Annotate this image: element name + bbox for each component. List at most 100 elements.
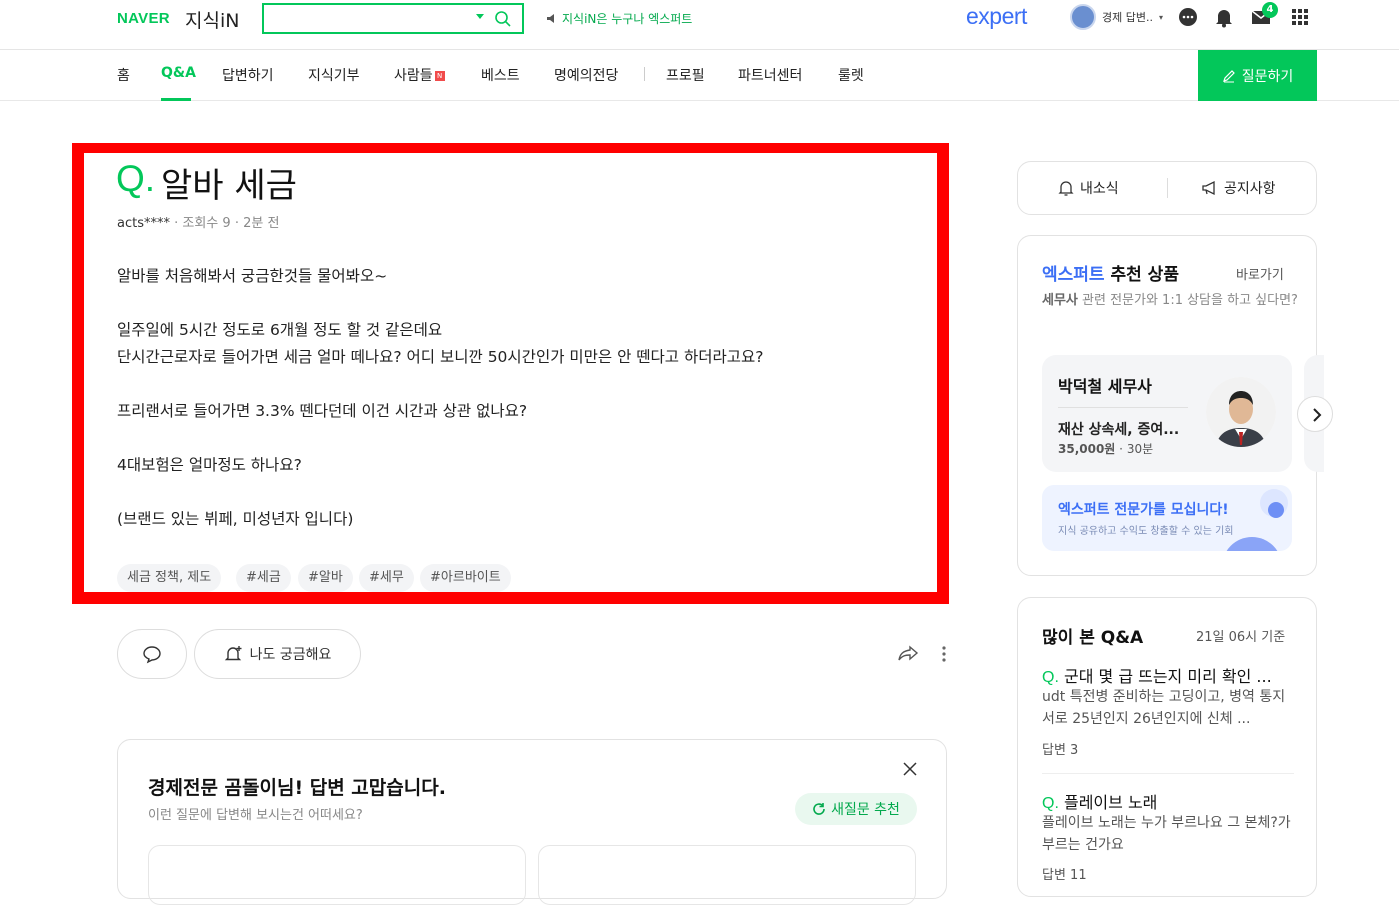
question-body-line: 일주일에 5시간 정도로 6개월 정도 할 것 같은데요 [117, 321, 443, 339]
nav-donate[interactable]: 지식기부 [308, 65, 360, 85]
popular-question-title[interactable]: Q. 플레이브 노래 [1042, 789, 1294, 813]
expert-section-title: 엑스퍼트 추천 상품 [1042, 260, 1179, 285]
popular-question-title[interactable]: Q. 군대 몇 급 뜨는지 미리 확인 ... [1042, 663, 1294, 687]
curious-button[interactable]: 나도 궁금해요 [194, 629, 361, 679]
top-header: NAVER 지식iN 지식iN은 누구나 엑스퍼트 expert 경제 답변..… [0, 0, 1399, 50]
bell-icon[interactable] [1213, 6, 1235, 28]
person-portrait-icon [1206, 377, 1276, 447]
popular-question-text: 플레이브 노래 [1063, 793, 1158, 812]
tag-item[interactable]: #세무 [359, 564, 414, 592]
question-body-line: 단시간근로자로 들어가면 세금 얼마 떼나요? 어디 보니깐 50시간인가 미만… [117, 348, 764, 366]
nav-best[interactable]: 베스트 [481, 65, 520, 85]
question-author[interactable]: acts**** [117, 216, 170, 231]
notice-button[interactable]: 공지사항 [1201, 178, 1276, 198]
promo-text: 지식iN은 누구나 엑스퍼트 [562, 12, 693, 26]
ask-question-button[interactable]: 질문하기 [1198, 50, 1317, 101]
apps-grid-icon[interactable] [1289, 6, 1311, 28]
popular-title: 많이 본 Q&A [1042, 628, 1144, 648]
expert-desc-rest: 관련 전문가와 1:1 상담을 하고 싶다면? [1077, 293, 1298, 308]
expert-title-rest: 추천 상품 [1104, 265, 1179, 285]
popular-question-text: 군대 몇 급 뜨는지 미리 확인 ... [1063, 667, 1272, 686]
popular-answer-count: 답변 3 [1042, 743, 1079, 758]
question-mark-label: Q. [116, 158, 156, 199]
nav-partner-center[interactable]: 파트너센터 [738, 65, 802, 85]
search-icon[interactable] [494, 10, 512, 28]
more-options-icon[interactable] [940, 644, 948, 664]
divider [1058, 407, 1188, 408]
question-title: 알바 세금 [161, 166, 297, 206]
nav-hall-of-fame[interactable]: 명예의전당 [554, 65, 618, 85]
expert-product-card[interactable]: 박덕철 세무사 재산 상속세, 증여... 35,000원 · 30분 [1042, 355, 1292, 472]
share-icon[interactable] [897, 644, 919, 664]
question-body-line: (브랜드 있는 뷔페, 미성년자 입니다) [117, 510, 354, 528]
popular-timestamp: 21일 06시 기준 [1196, 630, 1286, 645]
nav-home[interactable]: 홈 [117, 65, 130, 85]
expert-description: 세무사 관련 전문가와 1:1 상담을 하고 싶다면? [1042, 288, 1302, 314]
new-question-label: 새질문 추천 [831, 802, 900, 818]
chevron-down-icon[interactable] [476, 14, 484, 19]
naver-logo[interactable]: NAVER [117, 10, 170, 27]
chat-icon[interactable] [1177, 6, 1199, 28]
next-button[interactable] [1297, 396, 1333, 432]
nav-roulette[interactable]: 룰렛 [838, 65, 864, 85]
jisikin-logo[interactable]: 지식iN [185, 6, 239, 33]
expert-recruit-banner[interactable]: 엑스퍼트 전문가를 모십니다! 지식 공유하고 수익도 창출할 수 있는 기회 [1042, 485, 1292, 551]
notice-label: 공지사항 [1224, 181, 1276, 197]
my-news-button[interactable]: 내소식 [1058, 178, 1119, 198]
answer-prompt-subtitle: 이런 질문에 답변해 보시는건 어떠세요? [148, 808, 363, 823]
main-nav: 홈 Q&A 답변하기 지식기부 사람들 N 베스트 명예의전당 프로필 파트너센터… [0, 50, 1399, 101]
nav-qna[interactable]: Q&A [161, 65, 196, 81]
expert-name: 박덕철 세무사 [1058, 377, 1152, 396]
ask-question-label: 질문하기 [1241, 67, 1294, 84]
comment-icon [143, 646, 161, 664]
expert-price-row: 35,000원 · 30분 [1058, 442, 1154, 456]
recommended-question-card[interactable] [538, 845, 916, 905]
nav-divider [644, 67, 645, 81]
answer-prompt-title: 경제전문 곰돌이님! 답변 고맙습니다. [148, 777, 446, 799]
question-body-line: 4대보험은 얼마정도 하나요? [117, 456, 302, 474]
expert-recommend-box: 엑스퍼트 추천 상품 바로가기 세무사 관련 전문가와 1:1 상담을 하고 싶… [1017, 235, 1324, 576]
popular-question-body[interactable]: udt 특전병 준비하는 고딩이고, 병역 통지서로 25년인지 26년인지에 … [1042, 686, 1296, 730]
question-mark-label: Q. [1042, 795, 1059, 812]
expert-promo-link[interactable]: 지식iN은 누구나 엑스퍼트 [546, 10, 692, 27]
user-menu[interactable]: 경제 답변.. ▾ [1070, 4, 1163, 30]
popular-qna-box: 많이 본 Q&A 21일 06시 기준 Q. 군대 몇 급 뜨는지 미리 확인 … [1017, 597, 1317, 897]
curious-label: 나도 궁금해요 [249, 647, 332, 663]
question-body-line: 알바를 처음해봐서 궁금한것들 물어봐오~ [117, 267, 388, 285]
expert-logo[interactable]: expert [966, 3, 1027, 30]
search-input[interactable] [262, 3, 524, 34]
expert-field: 세무사 [1042, 293, 1078, 308]
question-views: 조회수 9 [182, 216, 231, 231]
tag-item[interactable]: #세금 [236, 564, 291, 592]
mail-count-badge: 4 [1262, 2, 1278, 18]
nav-profile[interactable]: 프로필 [666, 65, 705, 85]
tag-item[interactable]: #알바 [298, 564, 353, 592]
answer-prompt-card: 경제전문 곰돌이님! 답변 고맙습니다. 이런 질문에 답변해 보시는건 어떠세… [117, 739, 947, 905]
my-news-label: 내소식 [1080, 181, 1119, 197]
popular-question-body[interactable]: 플레이브 노래는 누가 부르나요 그 본체?가 부르는 건가요 [1042, 812, 1296, 856]
chevron-right-icon [1313, 408, 1322, 422]
refresh-icon [813, 803, 825, 815]
chevron-down-icon: ▾ [1158, 12, 1163, 22]
recommended-question-card[interactable] [148, 845, 526, 905]
expert-photo [1206, 377, 1276, 447]
notice-box: 내소식 공지사항 [1017, 161, 1317, 215]
question-meta: acts**** · 조회수 9 · 2분 전 [117, 212, 279, 231]
new-question-recommend-button[interactable]: 새질문 추천 [795, 793, 917, 825]
avatar [1070, 4, 1096, 30]
tag-category[interactable]: 세금 정책, 제도 [117, 564, 222, 592]
nav-answer[interactable]: 답변하기 [222, 65, 274, 85]
recruit-title: 엑스퍼트 전문가를 모십니다! [1058, 502, 1229, 518]
expert-specialty: 재산 상속세, 증여... [1058, 422, 1180, 438]
nav-people[interactable]: 사람들 N [394, 65, 445, 85]
divider [1042, 773, 1294, 774]
expert-duration: 30분 [1126, 442, 1154, 456]
goto-link[interactable]: 바로가기 [1236, 264, 1284, 283]
tag-item[interactable]: #아르바이트 [420, 564, 511, 592]
expert-title-brand: 엑스퍼트 [1042, 265, 1105, 285]
close-icon[interactable] [903, 762, 917, 776]
recruit-subtitle: 지식 공유하고 수익도 창출할 수 있는 기회 [1058, 526, 1234, 537]
new-badge: N [434, 71, 445, 81]
bell-icon [1058, 181, 1074, 196]
comment-button[interactable] [117, 629, 187, 679]
